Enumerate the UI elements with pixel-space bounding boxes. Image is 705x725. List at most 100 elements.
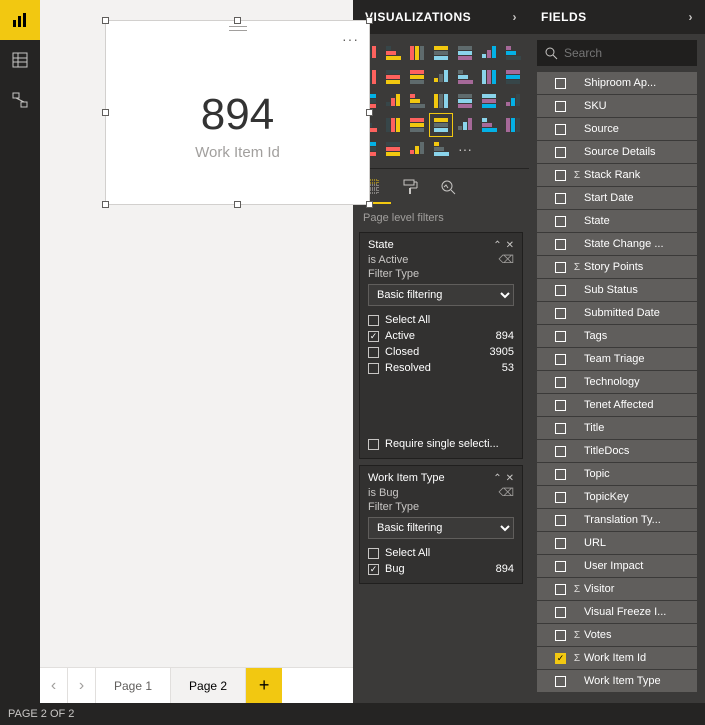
field-row[interactable]: Tags bbox=[537, 325, 697, 347]
field-row[interactable]: Work Item Type bbox=[537, 670, 697, 692]
field-row[interactable]: Source Details bbox=[537, 141, 697, 163]
field-checkbox[interactable] bbox=[555, 285, 566, 296]
field-row[interactable]: ΣStack Rank bbox=[537, 164, 697, 186]
fields-header[interactable]: FIELDS › bbox=[529, 0, 705, 34]
field-checkbox[interactable] bbox=[555, 124, 566, 135]
viz-type-stacked-col[interactable] bbox=[382, 42, 404, 64]
viz-type-kpi[interactable] bbox=[382, 114, 404, 136]
require-single-selection[interactable]: Require single selecti... bbox=[368, 436, 514, 452]
field-checkbox[interactable] bbox=[555, 400, 566, 411]
field-checkbox[interactable] bbox=[555, 78, 566, 89]
viz-type-arcgis[interactable] bbox=[502, 114, 524, 136]
data-view-button[interactable] bbox=[0, 40, 40, 80]
viz-type-line-col[interactable] bbox=[406, 66, 428, 88]
viz-type-stacked-area[interactable] bbox=[382, 66, 404, 88]
viz-type-map[interactable] bbox=[430, 90, 452, 112]
field-checkbox[interactable] bbox=[555, 262, 566, 273]
analytics-tab[interactable] bbox=[429, 169, 467, 204]
add-page-button[interactable]: + bbox=[246, 668, 282, 703]
resize-handle[interactable] bbox=[234, 17, 241, 24]
field-checkbox[interactable] bbox=[555, 607, 566, 618]
collapse-filter-button[interactable]: ⌃ bbox=[493, 473, 501, 484]
viz-type-100-col[interactable] bbox=[478, 42, 500, 64]
viz-type-r[interactable] bbox=[478, 114, 500, 136]
clear-filter-button[interactable]: ⌫ bbox=[498, 253, 514, 266]
viz-type-scatter[interactable] bbox=[502, 66, 524, 88]
field-row[interactable]: Shiproom Ap... bbox=[537, 72, 697, 94]
filter-option-checkbox[interactable]: Closed bbox=[368, 346, 419, 358]
viz-type-kpi2[interactable] bbox=[430, 138, 452, 160]
resize-handle[interactable] bbox=[366, 201, 373, 208]
remove-filter-button[interactable]: ✕ bbox=[506, 240, 514, 251]
resize-handle[interactable] bbox=[234, 201, 241, 208]
field-checkbox[interactable] bbox=[555, 354, 566, 365]
filter-option-checkbox[interactable]: Active bbox=[368, 330, 415, 342]
resize-handle[interactable] bbox=[102, 109, 109, 116]
fields-search[interactable] bbox=[537, 40, 697, 66]
viz-type-treemap[interactable] bbox=[406, 90, 428, 112]
filter-option-checkbox[interactable]: Bug bbox=[368, 563, 405, 575]
report-view-button[interactable] bbox=[0, 0, 40, 40]
field-row[interactable]: Technology bbox=[537, 371, 697, 393]
viz-type-multi-card[interactable] bbox=[406, 138, 428, 160]
field-checkbox[interactable] bbox=[555, 193, 566, 204]
viz-type-slicer[interactable] bbox=[406, 114, 428, 136]
field-row[interactable]: TitleDocs bbox=[537, 440, 697, 462]
viz-type-donut[interactable] bbox=[382, 90, 404, 112]
field-row[interactable]: URL bbox=[537, 532, 697, 554]
field-checkbox[interactable] bbox=[555, 584, 566, 595]
field-checkbox[interactable] bbox=[555, 515, 566, 526]
viz-type-ribbon[interactable] bbox=[454, 66, 476, 88]
field-checkbox[interactable] bbox=[555, 630, 566, 641]
fields-search-input[interactable] bbox=[564, 46, 705, 60]
viz-type-funnel[interactable] bbox=[478, 90, 500, 112]
resize-handle[interactable] bbox=[102, 201, 109, 208]
field-row[interactable]: Title bbox=[537, 417, 697, 439]
viz-type-card[interactable] bbox=[382, 138, 404, 160]
viz-type-filled-map[interactable] bbox=[454, 90, 476, 112]
page-prev-button[interactable]: ‹ bbox=[40, 668, 68, 703]
field-checkbox[interactable] bbox=[555, 170, 566, 181]
filter-type-select[interactable]: Basic filtering bbox=[368, 284, 514, 306]
field-row[interactable]: Tenet Affected bbox=[537, 394, 697, 416]
field-row[interactable]: ΣStory Points bbox=[537, 256, 697, 278]
select-all-checkbox[interactable]: Select All bbox=[368, 547, 430, 559]
field-checkbox[interactable] bbox=[555, 147, 566, 158]
resize-handle[interactable] bbox=[102, 17, 109, 24]
resize-handle[interactable] bbox=[366, 17, 373, 24]
field-checkbox[interactable] bbox=[555, 446, 566, 457]
field-row[interactable]: State Change ... bbox=[537, 233, 697, 255]
field-row[interactable]: ΣVotes bbox=[537, 624, 697, 646]
viz-type-line[interactable] bbox=[502, 42, 524, 64]
page-tab[interactable]: Page 1 bbox=[96, 668, 171, 703]
field-row[interactable]: ΣWork Item Id bbox=[537, 647, 697, 669]
field-row[interactable]: Visual Freeze I... bbox=[537, 601, 697, 623]
field-row[interactable]: Topic bbox=[537, 463, 697, 485]
report-canvas[interactable]: ··· 894 Work Item Id bbox=[40, 0, 353, 667]
page-tab[interactable]: Page 2 bbox=[171, 668, 246, 703]
field-row[interactable]: User Impact bbox=[537, 555, 697, 577]
viz-type-table[interactable] bbox=[430, 114, 452, 136]
field-row[interactable]: SKU bbox=[537, 95, 697, 117]
field-checkbox[interactable] bbox=[555, 469, 566, 480]
viz-type-waterfall[interactable] bbox=[478, 66, 500, 88]
viz-type-clustered-bar[interactable] bbox=[406, 42, 428, 64]
field-checkbox[interactable] bbox=[555, 101, 566, 112]
visual-options-menu[interactable]: ··· bbox=[342, 31, 359, 47]
viz-type-clustered-col[interactable] bbox=[430, 42, 452, 64]
viz-type-line-col2[interactable] bbox=[430, 66, 452, 88]
field-checkbox[interactable] bbox=[555, 331, 566, 342]
field-checkbox[interactable] bbox=[555, 561, 566, 572]
field-row[interactable]: Start Date bbox=[537, 187, 697, 209]
field-checkbox[interactable] bbox=[555, 308, 566, 319]
field-checkbox[interactable] bbox=[555, 216, 566, 227]
format-tab[interactable] bbox=[391, 169, 429, 204]
field-row[interactable]: Source bbox=[537, 118, 697, 140]
page-next-button[interactable]: › bbox=[68, 668, 96, 703]
field-row[interactable]: Submitted Date bbox=[537, 302, 697, 324]
viz-type-matrix[interactable] bbox=[454, 114, 476, 136]
clear-filter-button[interactable]: ⌫ bbox=[498, 486, 514, 499]
remove-filter-button[interactable]: ✕ bbox=[506, 473, 514, 484]
field-row[interactable]: Team Triage bbox=[537, 348, 697, 370]
field-row[interactable]: Translation Ty... bbox=[537, 509, 697, 531]
